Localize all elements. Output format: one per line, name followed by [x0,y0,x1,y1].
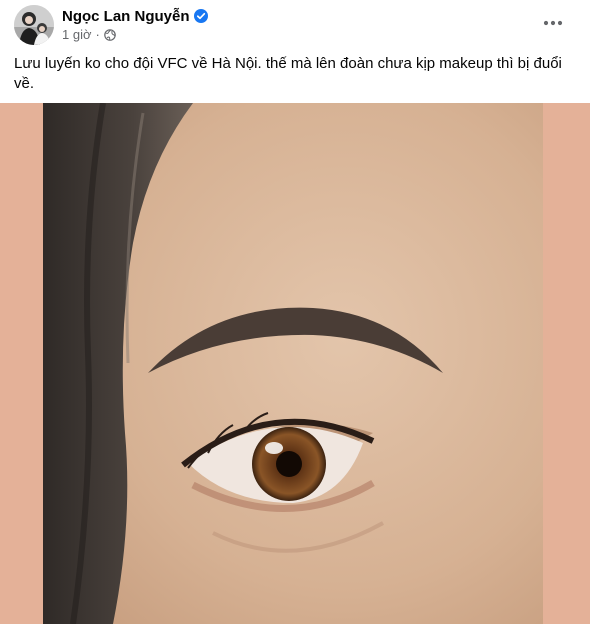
avatar-photo [14,5,54,45]
post-meta: 1 giờ · [62,27,116,42]
post-caption: Lưu luyến ko cho đội VFC về Hà Nội. thế … [14,55,562,92]
post-photo[interactable] [43,103,543,624]
globe-icon[interactable] [104,28,116,41]
facebook-post: Ngọc Lan Nguyễn 1 giờ · Lưu luyến ko cho… [0,0,590,624]
verified-badge-icon [193,9,208,23]
author-name[interactable]: Ngọc Lan Nguyễn [62,8,208,25]
post-media[interactable] [0,103,590,624]
author-avatar[interactable] [14,5,54,45]
author-name-text[interactable]: Ngọc Lan Nguyễn [62,8,190,25]
more-options-icon [543,20,563,26]
meta-separator: · [95,27,100,42]
more-options-button[interactable] [536,8,570,38]
post-timestamp[interactable]: 1 giờ [62,27,92,42]
